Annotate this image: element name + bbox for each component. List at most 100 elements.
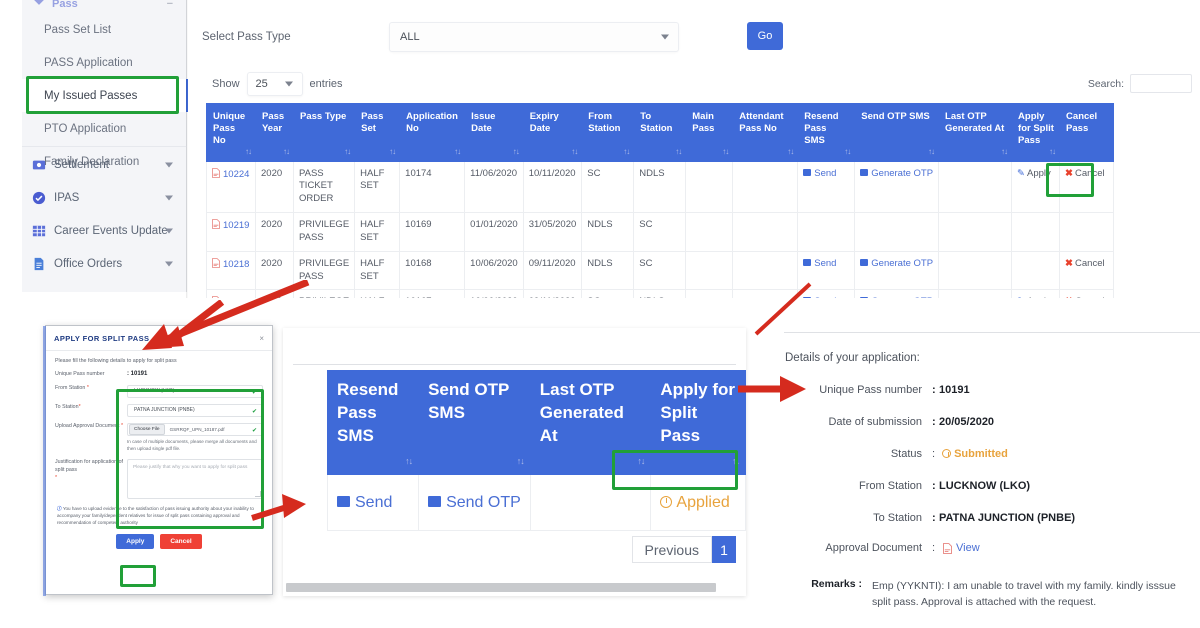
col-pass-year[interactable]: Pass Year ↑↓ (255, 103, 294, 162)
col-send-otp-sms[interactable]: Send OTP SMS ↑↓ (854, 103, 940, 162)
zoom-cell-resend[interactable]: Send (326, 474, 420, 531)
sidebar-group-pass[interactable]: Pass − (32, 0, 187, 14)
pass-no-link: 10224 (223, 168, 250, 180)
cell-main-pass (685, 250, 734, 291)
sidebar-item-pto-application[interactable]: PTO Application (22, 112, 187, 145)
file-input[interactable]: Choose File GSRRQF_UPN_10187.pdf ✔ (127, 422, 263, 436)
cell-cancel-pass[interactable]: ✖Cancel (1059, 160, 1115, 214)
zoom-col-last-otp-generated-at[interactable]: Last OTP Generated At ↑↓ (529, 370, 652, 475)
apply-link: Apply (1027, 167, 1051, 179)
cell-main-pass (685, 160, 734, 214)
sidebar-item-pass-application[interactable]: PASS Application (22, 46, 187, 79)
col-issue-date[interactable]: Issue Date ↑↓ (464, 103, 524, 162)
horizontal-scrollbar[interactable] (286, 583, 716, 592)
cell-resend-pass-sms[interactable]: Send (797, 289, 856, 298)
cell-unique-pass-no[interactable]: 10224 (206, 160, 256, 214)
chevron-down-icon (165, 162, 173, 167)
entries-label: entries (309, 78, 343, 90)
resend-link: Send (814, 167, 837, 179)
col-unique-pass-no[interactable]: Unique Pass No ↑↓ (206, 103, 256, 162)
cell-attendant-pass-no (732, 289, 799, 298)
col-expiry-date[interactable]: Expiry Date ↑↓ (522, 103, 583, 162)
cell-unique-pass-no[interactable]: 10219 (206, 212, 256, 252)
sidebar-item-career-events-update[interactable]: Career Events Update (22, 214, 187, 247)
sidebar-item-office-orders[interactable]: Office Orders (22, 247, 187, 280)
col-cancel-pass[interactable]: Cancel Pass (1059, 103, 1115, 162)
modal-apply-button[interactable]: Apply (116, 533, 155, 549)
details-heading: Details of your application: (785, 352, 920, 364)
from-station-select[interactable]: LUCKNOW (LKO) ✔ (127, 384, 263, 398)
applied-status: Applied (676, 493, 730, 511)
upload-label: Upload Approval Document * (55, 423, 127, 453)
to-station-select[interactable]: PATNA JUNCTION (PNBE) ✔ (127, 403, 263, 417)
zoom-cell-send-otp[interactable]: Send OTP (418, 474, 531, 531)
col-label: Last OTP Generated At (945, 111, 1005, 134)
cell-cancel-pass[interactable]: ✖Cancel (1059, 289, 1115, 298)
col-pass-set[interactable]: Pass Set ↑↓ (354, 103, 401, 162)
detail-row-unique-pass: Unique Pass number :10191 (760, 384, 1200, 396)
pagination-previous[interactable]: Previous (631, 536, 712, 563)
sidebar-item-ipas[interactable]: IPAS (22, 181, 187, 214)
sidebar-item-settlement[interactable]: Settlement (22, 148, 187, 181)
zoom-table-row: Send Send OTP Applied (326, 474, 746, 531)
col-to-station[interactable]: To Station ↑↓ (633, 103, 687, 162)
col-pass-type[interactable]: Pass Type ↑↓ (292, 103, 356, 162)
cell-resend-pass-sms[interactable]: Send (797, 160, 856, 214)
cell-application-no: 10167 (399, 289, 466, 298)
cell-last-otp (938, 289, 1013, 298)
cell-unique-pass-no[interactable]: 10217 (206, 289, 256, 298)
zoom-col-apply-for-split-pass[interactable]: Apply for Split Pass ↑↓ (650, 370, 746, 475)
col-apply-for-split-pass[interactable]: Apply for Split Pass ↑↓ (1011, 103, 1061, 162)
pagination-page-1[interactable]: 1 (712, 536, 736, 563)
cell-apply-split[interactable]: ✎Apply (1011, 289, 1061, 298)
pass-type-select[interactable]: ALL (389, 22, 679, 52)
justification-label: Justification for application of split p… (55, 459, 127, 499)
detail-value-text: Submitted (954, 448, 1008, 460)
cell-main-pass (685, 212, 734, 252)
cell-send-otp-sms[interactable]: Generate OTP (854, 250, 940, 291)
send-otp-link: Send OTP (446, 493, 521, 511)
col-attendant-pass-no[interactable]: Attendant Pass No ↑↓ (732, 103, 799, 162)
pencil-icon: ✎ (1017, 167, 1026, 179)
col-from-station[interactable]: From Station ↑↓ (581, 103, 635, 162)
col-main-pass[interactable]: Main Pass ↑↓ (685, 103, 734, 162)
go-button[interactable]: Go (747, 22, 783, 50)
cell-apply-split (1011, 250, 1061, 291)
close-icon: ✖ (1065, 257, 1074, 269)
cell-expiry-date: 10/11/2020 (522, 160, 583, 214)
col-resend-pass-sms[interactable]: Resend Pass SMS ↑↓ (797, 103, 856, 162)
cell-unique-pass-no[interactable]: 10218 (206, 250, 256, 291)
table-row: 10217 2020 PRIVILEGE PASS HALF SET 10167… (206, 289, 1115, 298)
cell-pass-set: HALF SET (354, 289, 401, 298)
justification-textarea[interactable]: Please justify that why you want to appl… (127, 458, 263, 499)
search-input[interactable] (1130, 74, 1192, 93)
money-icon (32, 160, 46, 169)
sidebar-item-pass-set-list[interactable]: Pass Set List (22, 13, 187, 46)
cell-resend-pass-sms[interactable]: Send (797, 250, 856, 291)
check-icon: ✔ (251, 389, 257, 396)
cell-pass-type: PASS TICKET ORDER (292, 160, 356, 214)
col-last-otp-generated-at[interactable]: Last OTP Generated At ↑↓ (938, 103, 1013, 162)
cell-expiry-date: 09/11/2020 (522, 289, 583, 298)
info-icon: ⓘ (57, 505, 62, 511)
detail-value: :20/05/2020 (932, 416, 994, 428)
entries-length-select[interactable]: 25 (246, 72, 303, 96)
cell-apply-split[interactable]: ✎Apply (1011, 160, 1061, 214)
cell-attendant-pass-no (732, 160, 799, 214)
zoom-col-send-otp-sms[interactable]: Send OTP SMS ↑↓ (418, 370, 531, 475)
modal-cancel-button[interactable]: Cancel (160, 533, 202, 549)
choose-file-button[interactable]: Choose File (129, 423, 165, 435)
detail-label: From Station (859, 480, 922, 492)
modal-from-station-row: From Station * LUCKNOW (LKO) ✔ (55, 384, 263, 398)
close-icon[interactable]: × (259, 334, 264, 343)
colon: : (932, 384, 936, 396)
sidebar-item-label: Settlement (54, 158, 109, 171)
cell-pass-type: PRIVILEGE PASS (292, 289, 356, 298)
zoom-col-resend-pass-sms[interactable]: Resend Pass SMS ↑↓ (326, 370, 420, 475)
sidebar-item-my-issued-passes[interactable]: My Issued Passes (22, 79, 187, 112)
col-application-no[interactable]: Application No ↑↓ (399, 103, 466, 162)
cell-send-otp-sms[interactable]: Generate OTP (854, 289, 940, 298)
cell-cancel-pass[interactable]: ✖Cancel (1059, 250, 1115, 291)
view-document-link[interactable]: View (956, 542, 980, 554)
cell-send-otp-sms[interactable]: Generate OTP (854, 160, 940, 214)
